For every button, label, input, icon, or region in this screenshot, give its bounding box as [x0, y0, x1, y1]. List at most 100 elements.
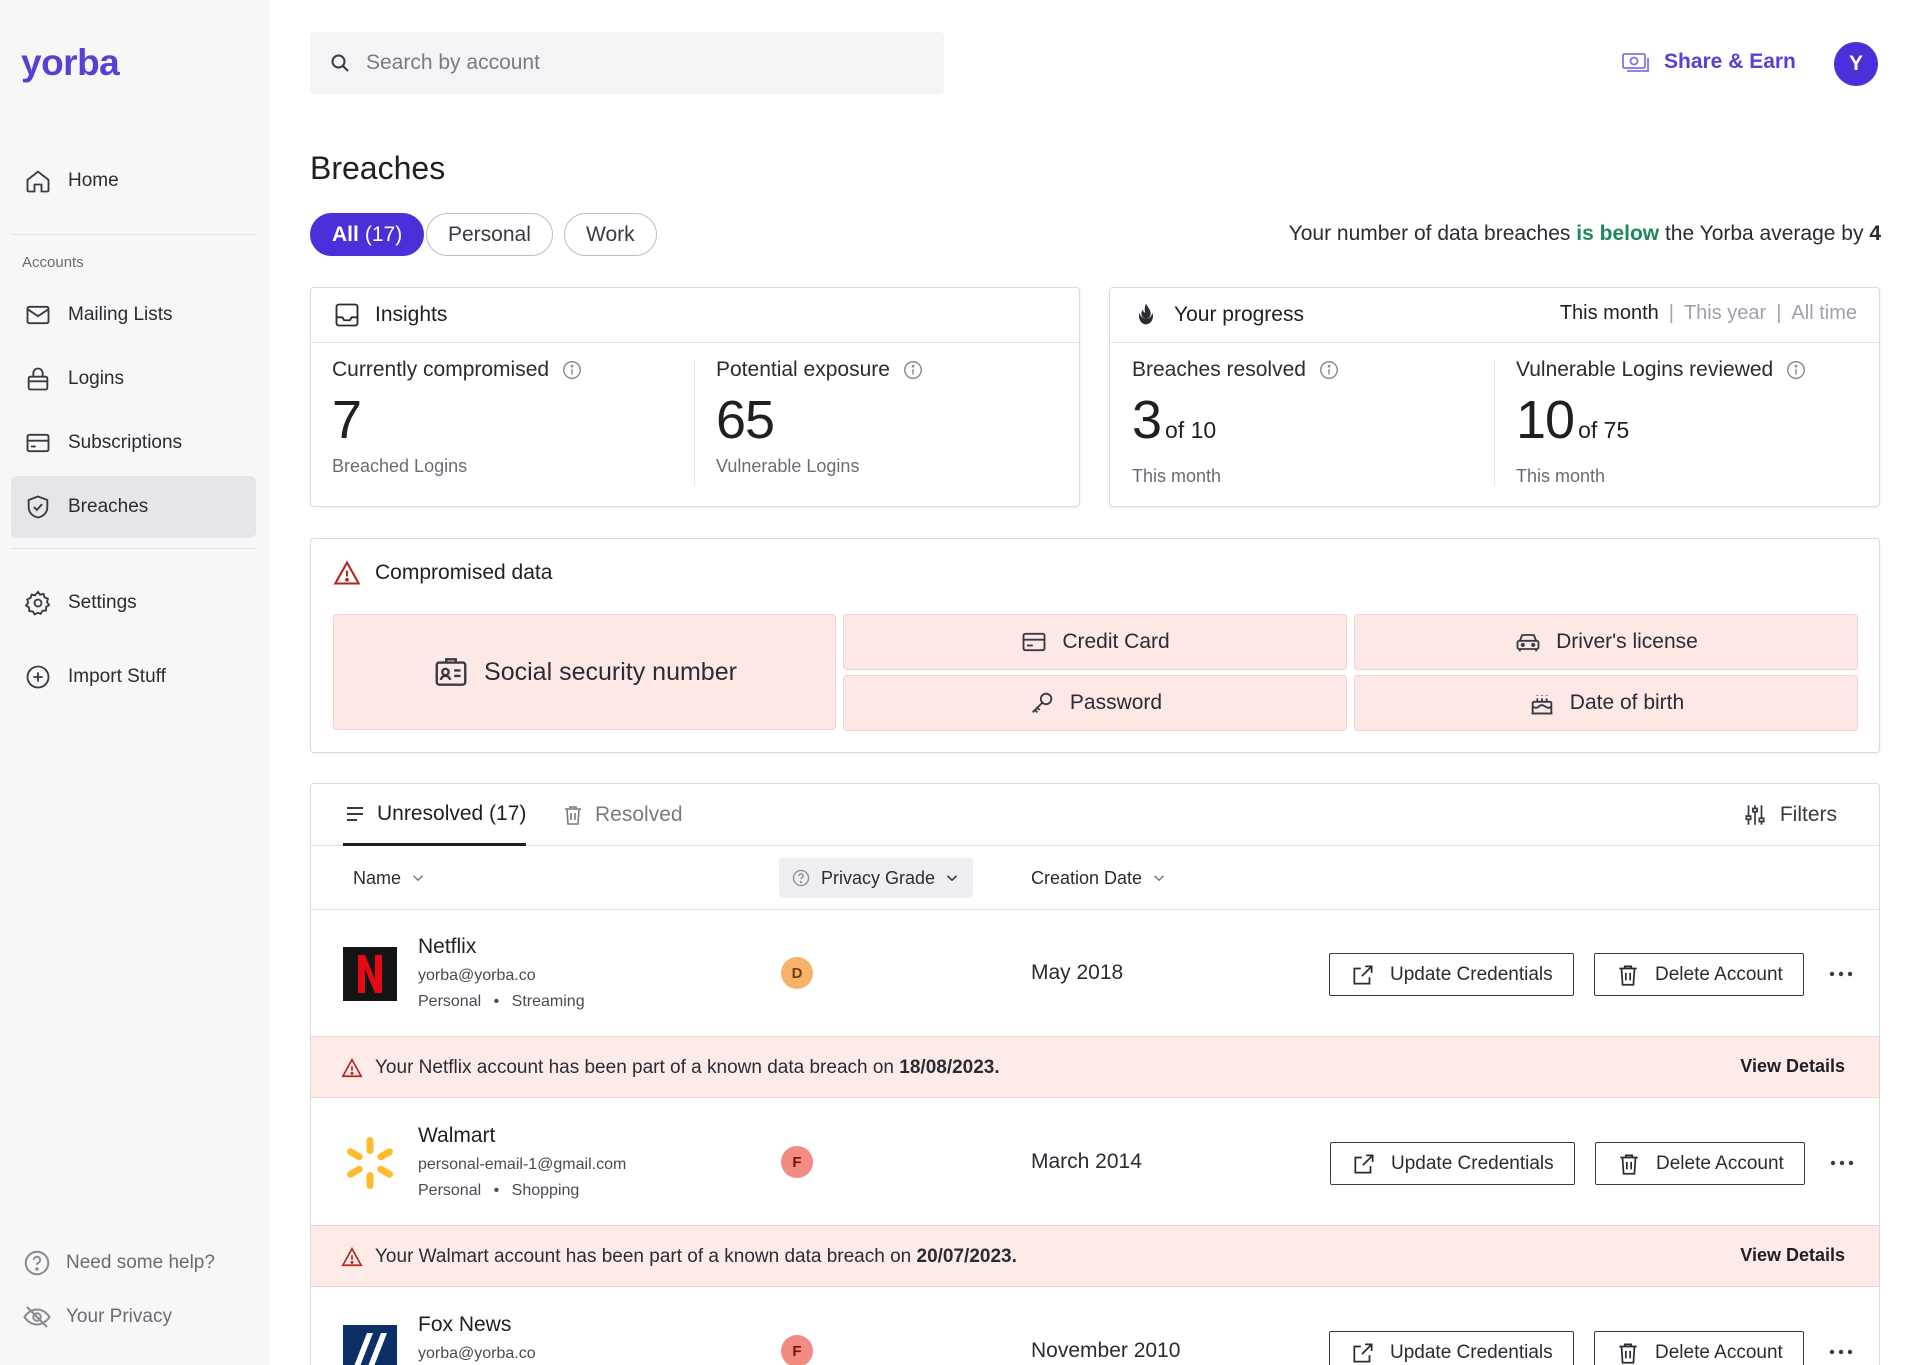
divider [1494, 360, 1495, 486]
tab-label: Unresolved (17) [377, 801, 527, 825]
tag-dot: • [493, 1182, 500, 1199]
more-icon[interactable] [1827, 1150, 1857, 1176]
range-separator: | [1668, 302, 1674, 324]
compromised-data-header: Compromised data [333, 559, 552, 587]
view-details-link[interactable]: View Details [1740, 1245, 1845, 1266]
avg-note-value: 4 [1869, 222, 1881, 245]
filter-work[interactable]: Work [564, 213, 657, 256]
external-link-icon [1354, 1153, 1374, 1174]
view-details-link[interactable]: View Details [1740, 1056, 1845, 1077]
sliders-icon [1745, 805, 1765, 825]
account-type: Personal [418, 1182, 482, 1199]
sidebar-item-label: Import Stuff [68, 666, 166, 687]
account-tags: Personal • Streaming [418, 993, 585, 1011]
tab-resolved[interactable]: Resolved [561, 784, 683, 846]
help-link[interactable]: Need some help? [22, 1248, 215, 1278]
stat-label-text: Breaches resolved [1132, 358, 1306, 381]
privacy-link[interactable]: Your Privacy [22, 1302, 172, 1332]
range-switch: This month | This year | All time [1560, 302, 1857, 325]
trash-icon [1620, 1153, 1638, 1175]
account-type: Personal [418, 993, 482, 1010]
range-this-month[interactable]: This month [1560, 302, 1659, 325]
table-row[interactable]: Fox News yorba@yorba.co F November 2010 … [311, 1289, 1879, 1365]
gear-icon [24, 590, 51, 616]
external-link-icon [1353, 964, 1373, 985]
account-category: Shopping [511, 1182, 580, 1199]
table-row[interactable]: Netflix yorba@yorba.co Personal • Stream… [311, 911, 1879, 1037]
home-icon [26, 170, 50, 193]
delete-account-button[interactable]: Delete Account [1594, 953, 1804, 996]
tile-ssn[interactable]: Social security number [333, 614, 836, 730]
tile-password[interactable]: Password [843, 675, 1347, 731]
col-privacy-grade[interactable]: Privacy Grade [779, 858, 974, 898]
update-credentials-button[interactable]: Update Credentials [1330, 1142, 1575, 1185]
tile-drivers-license[interactable]: Driver's license [1354, 614, 1858, 670]
privacy-grade-badge: F [781, 1335, 813, 1365]
share-earn-button[interactable]: Share & Earn [1620, 46, 1796, 78]
stat-label: Breaches resolved [1132, 358, 1340, 382]
account-name: Fox News [418, 1313, 512, 1336]
range-all-time[interactable]: All time [1791, 302, 1857, 325]
mail-icon [26, 305, 50, 325]
update-credentials-button[interactable]: Update Credentials [1329, 953, 1574, 996]
eye-off-icon [23, 1306, 51, 1328]
filter-all[interactable]: All (17) [310, 213, 425, 256]
alert-date: 20/07/2023. [916, 1246, 1017, 1267]
lock-icon [27, 367, 49, 391]
sidebar-item-settings[interactable]: Settings [11, 572, 256, 634]
tile-credit-card[interactable]: Credit Card [843, 614, 1347, 670]
range-this-year[interactable]: This year [1684, 302, 1766, 325]
filter-personal[interactable]: Personal [426, 213, 553, 256]
col-creation-date[interactable]: Creation Date [1031, 846, 1168, 910]
card-icon [26, 433, 50, 453]
privacy-label: Your Privacy [66, 1306, 172, 1327]
button-label: Delete Account [1656, 1152, 1784, 1174]
alert-account: Walmart [418, 1246, 489, 1267]
tile-date-of-birth[interactable]: Date of birth [1354, 675, 1858, 731]
avg-note-middle: the Yorba average by [1664, 222, 1864, 245]
sidebar-item-logins[interactable]: Logins [11, 348, 256, 410]
more-icon[interactable] [1826, 961, 1856, 987]
flame-icon [1139, 303, 1153, 325]
stat-resolved: Breaches resolved 3 of 10 This month [1132, 358, 1340, 487]
search-bar[interactable] [310, 32, 944, 94]
stat-label: Currently compromised [332, 358, 583, 382]
info-icon[interactable] [1785, 359, 1807, 381]
key-icon [1031, 692, 1053, 713]
info-icon[interactable] [561, 359, 583, 381]
alert-prefix: Your [375, 1246, 414, 1267]
share-earn-label: Share & Earn [1664, 50, 1796, 73]
sidebar-item-home[interactable]: Home [11, 150, 256, 212]
col-name[interactable]: Name [353, 846, 427, 910]
cake-icon [1531, 695, 1553, 715]
sidebar-section-label: Accounts [22, 254, 84, 271]
trash-icon [1619, 1342, 1637, 1364]
info-icon[interactable] [1318, 359, 1340, 381]
table-row[interactable]: Walmart personal-email-1@gmail.com Perso… [311, 1100, 1879, 1226]
search-input[interactable] [366, 51, 926, 75]
privacy-grade-badge: D [781, 957, 813, 989]
progress-title: Your progress [1174, 303, 1304, 326]
info-icon[interactable] [902, 359, 924, 381]
warning-icon [341, 1058, 363, 1078]
filters-button[interactable]: Filters [1742, 784, 1837, 846]
creation-date: May 2018 [1031, 961, 1124, 984]
avatar[interactable]: Y [1834, 42, 1878, 86]
tab-unresolved[interactable]: Unresolved (17) [343, 784, 527, 846]
sidebar-item-subscriptions[interactable]: Subscriptions [11, 412, 256, 474]
update-credentials-button[interactable]: Update Credentials [1329, 1331, 1574, 1365]
sidebar-item-import[interactable]: Import Stuff [11, 646, 256, 708]
account-tags: Personal • Shopping [418, 1182, 579, 1200]
sidebar-item-label: Subscriptions [68, 432, 183, 453]
delete-account-button[interactable]: Delete Account [1595, 1142, 1805, 1185]
alert-message: Your Netflix account has been part of a … [375, 1057, 1000, 1079]
sidebar-item-label: Home [68, 170, 119, 191]
sidebar-item-mailing-lists[interactable]: Mailing Lists [11, 284, 256, 346]
app-logo[interactable]: yorba [21, 42, 120, 84]
more-icon[interactable] [1826, 1339, 1856, 1365]
sidebar: yorba Home Accounts Mailing Lists Logins… [0, 0, 270, 1365]
delete-account-button[interactable]: Delete Account [1594, 1331, 1804, 1365]
sidebar-item-breaches[interactable]: Breaches [11, 476, 256, 538]
account-email: yorba@yorba.co [418, 967, 536, 984]
stat-label: Potential exposure [716, 358, 924, 382]
